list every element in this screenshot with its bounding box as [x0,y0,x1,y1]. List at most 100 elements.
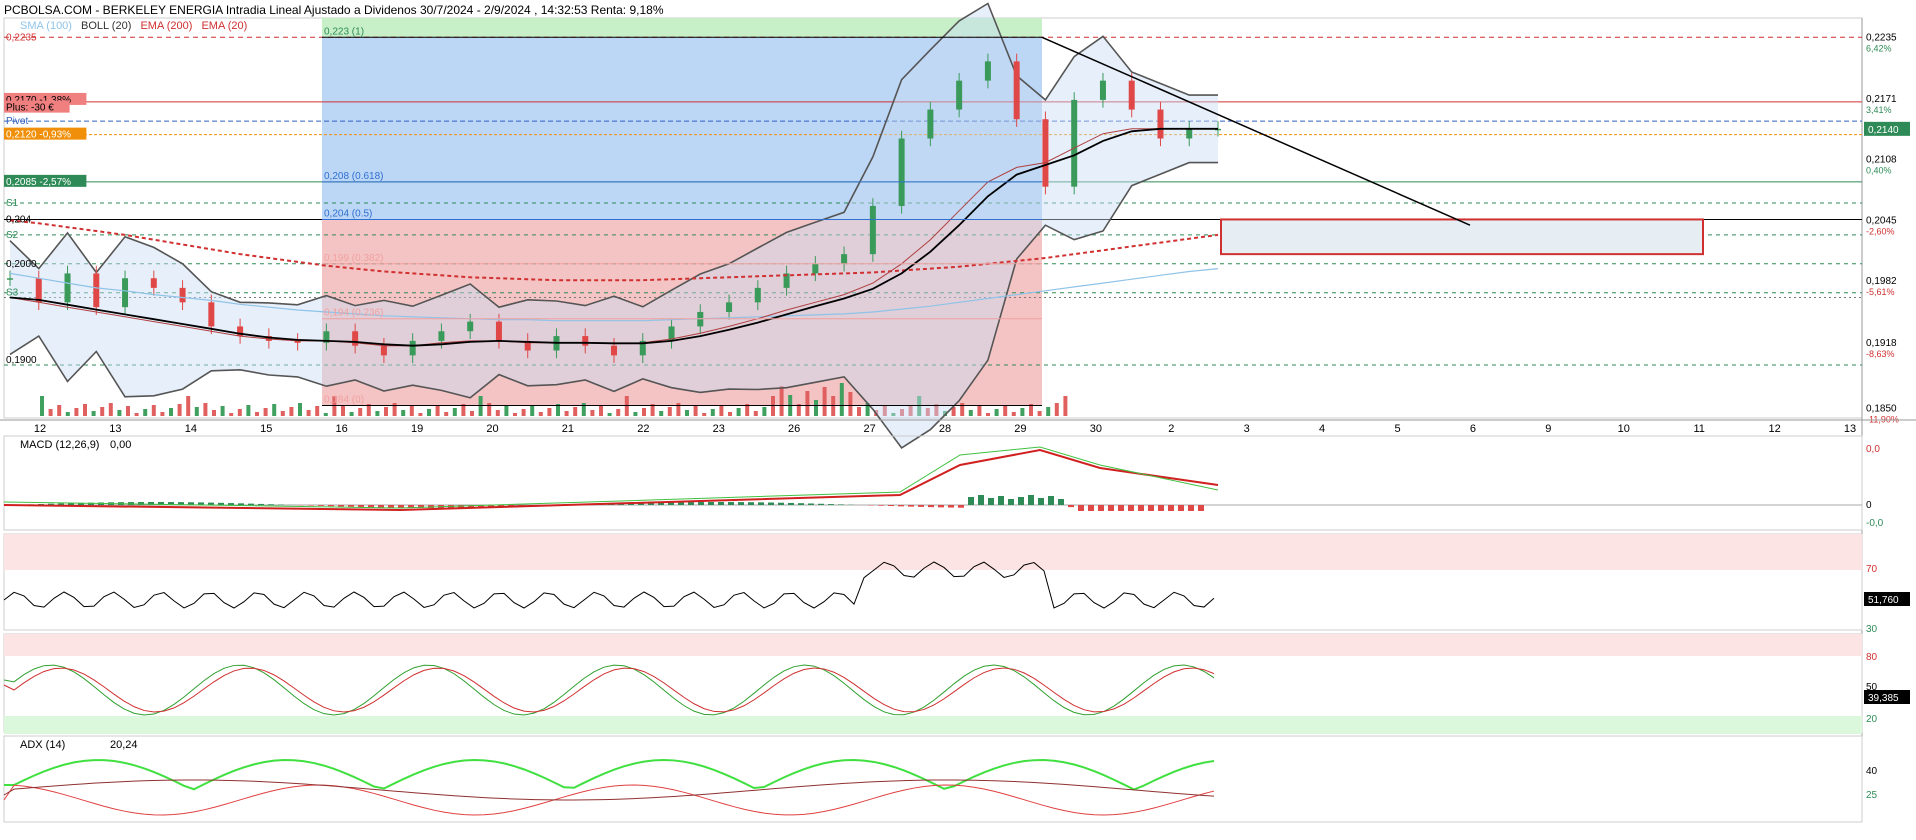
right-pct-label: -8,63% [1866,349,1895,359]
volume-bar [590,410,595,416]
x-tick-label: 12 [1768,423,1780,435]
volume-bar [771,396,775,416]
volume-bar [779,386,784,416]
volume-bar [839,383,844,416]
macd-hist-bar [778,502,784,505]
volume-bar [504,406,509,416]
volume-bar [65,412,70,416]
sto-k-line [3,664,1215,716]
macd-hist-bar [1188,505,1194,511]
macd-hist-bar [678,502,684,505]
macd-hist-bar [1028,495,1034,505]
volume-bar [358,408,363,416]
volume-bar [435,405,440,416]
volume-bar [616,409,621,416]
left-label: 0,2000 [6,259,37,270]
candle-body [467,321,474,332]
macd-hist-bar [1128,505,1134,511]
volume-bar [229,413,234,416]
macd-hist-bar [1078,505,1084,511]
volume-bar [848,392,853,416]
macd-tick: 0 [1866,500,1872,511]
macd-hist-bar [998,496,1004,505]
candle-body [150,278,157,288]
x-tick-label: 28 [939,423,951,435]
macd-hist-bar [268,504,274,505]
volume-bar [169,408,173,416]
volume-bar [203,403,208,416]
adx-label: ADX (14) [20,739,65,751]
x-tick-label: 11 [1693,423,1704,435]
macd-hist-bar [818,503,824,505]
volume-bar [280,411,285,416]
volume-bar [143,409,148,416]
macd-hist-bar [1138,505,1144,511]
macd-hist-bar [368,505,374,508]
macd-hist-bar [348,505,354,507]
macd-line [3,446,1219,509]
volume-bar [444,412,449,416]
macd-hist-bar [1038,498,1044,505]
macd-hist-bar [698,502,704,505]
x-tick-label: 29 [1014,423,1026,435]
volume-bar [960,403,965,416]
right-pct-label: -5,61% [1866,287,1895,297]
candle-body [64,273,71,303]
x-tick-label: 5 [1394,423,1400,435]
macd-hist-bar [708,502,714,505]
candle-body [754,287,761,303]
candle-body [1186,128,1193,139]
price-chart[interactable]: 0,223 (1) 0,208 (0.618) 0,204 (0.5) 0,199 (… [0,0,1916,840]
volume-bar [427,409,431,416]
candle-body [582,336,589,346]
macd-hist-bar [928,505,934,508]
volume-bar [487,403,492,416]
volume-bar [1003,405,1008,416]
macd-hist-bar [1008,499,1014,505]
sto-tick: 20 [1866,714,1878,725]
candle-body [841,254,848,264]
candle-body [93,273,100,308]
volume-bar [392,403,397,416]
candle-body [726,302,733,312]
volume-bar [642,408,646,416]
macd-hist-bar [958,505,964,508]
candle-body [927,109,934,139]
fib-green-zone [322,18,1042,38]
x-tick-label: 16 [336,423,348,435]
macd-hist-bar [918,505,924,507]
macd-hist-bar [718,502,724,505]
macd-hist-bar [1098,505,1104,511]
volume-bar [272,404,277,416]
volume-bar [298,403,302,416]
macd-hist-bar [808,503,814,505]
volume-bar [822,387,827,416]
sto-tick: 80 [1866,652,1878,663]
volume-bar [246,405,251,416]
volume-bar [186,396,191,416]
sto-oversold [4,716,1862,734]
volume-bar [814,400,818,416]
volume-bar [108,403,113,416]
macd-hist-bar [1068,505,1074,508]
macd-hist-bar [1158,505,1164,511]
x-tick-label: 4 [1319,423,1325,435]
volume-bar [538,412,543,416]
x-tick-label: 21 [562,423,574,435]
candle-body [1128,80,1135,110]
volume-bar [624,396,629,416]
volume-bar [530,405,535,416]
adx-tick: 25 [1866,790,1878,801]
volume-bar [212,410,216,416]
volume-bar [177,404,182,416]
candle-body [898,138,905,206]
sto-overbought [4,634,1862,656]
x-tick-label: 3 [1244,423,1250,435]
fib-label: 0,223 (1) [324,26,364,37]
macd-hist-bar [878,505,884,506]
macd-hist-bar [1118,505,1124,511]
macd-hist-bar [828,504,834,505]
macd-hist-bar [1148,505,1154,511]
macd-hist-bar [238,503,244,505]
macd-hist-bar [838,504,844,505]
